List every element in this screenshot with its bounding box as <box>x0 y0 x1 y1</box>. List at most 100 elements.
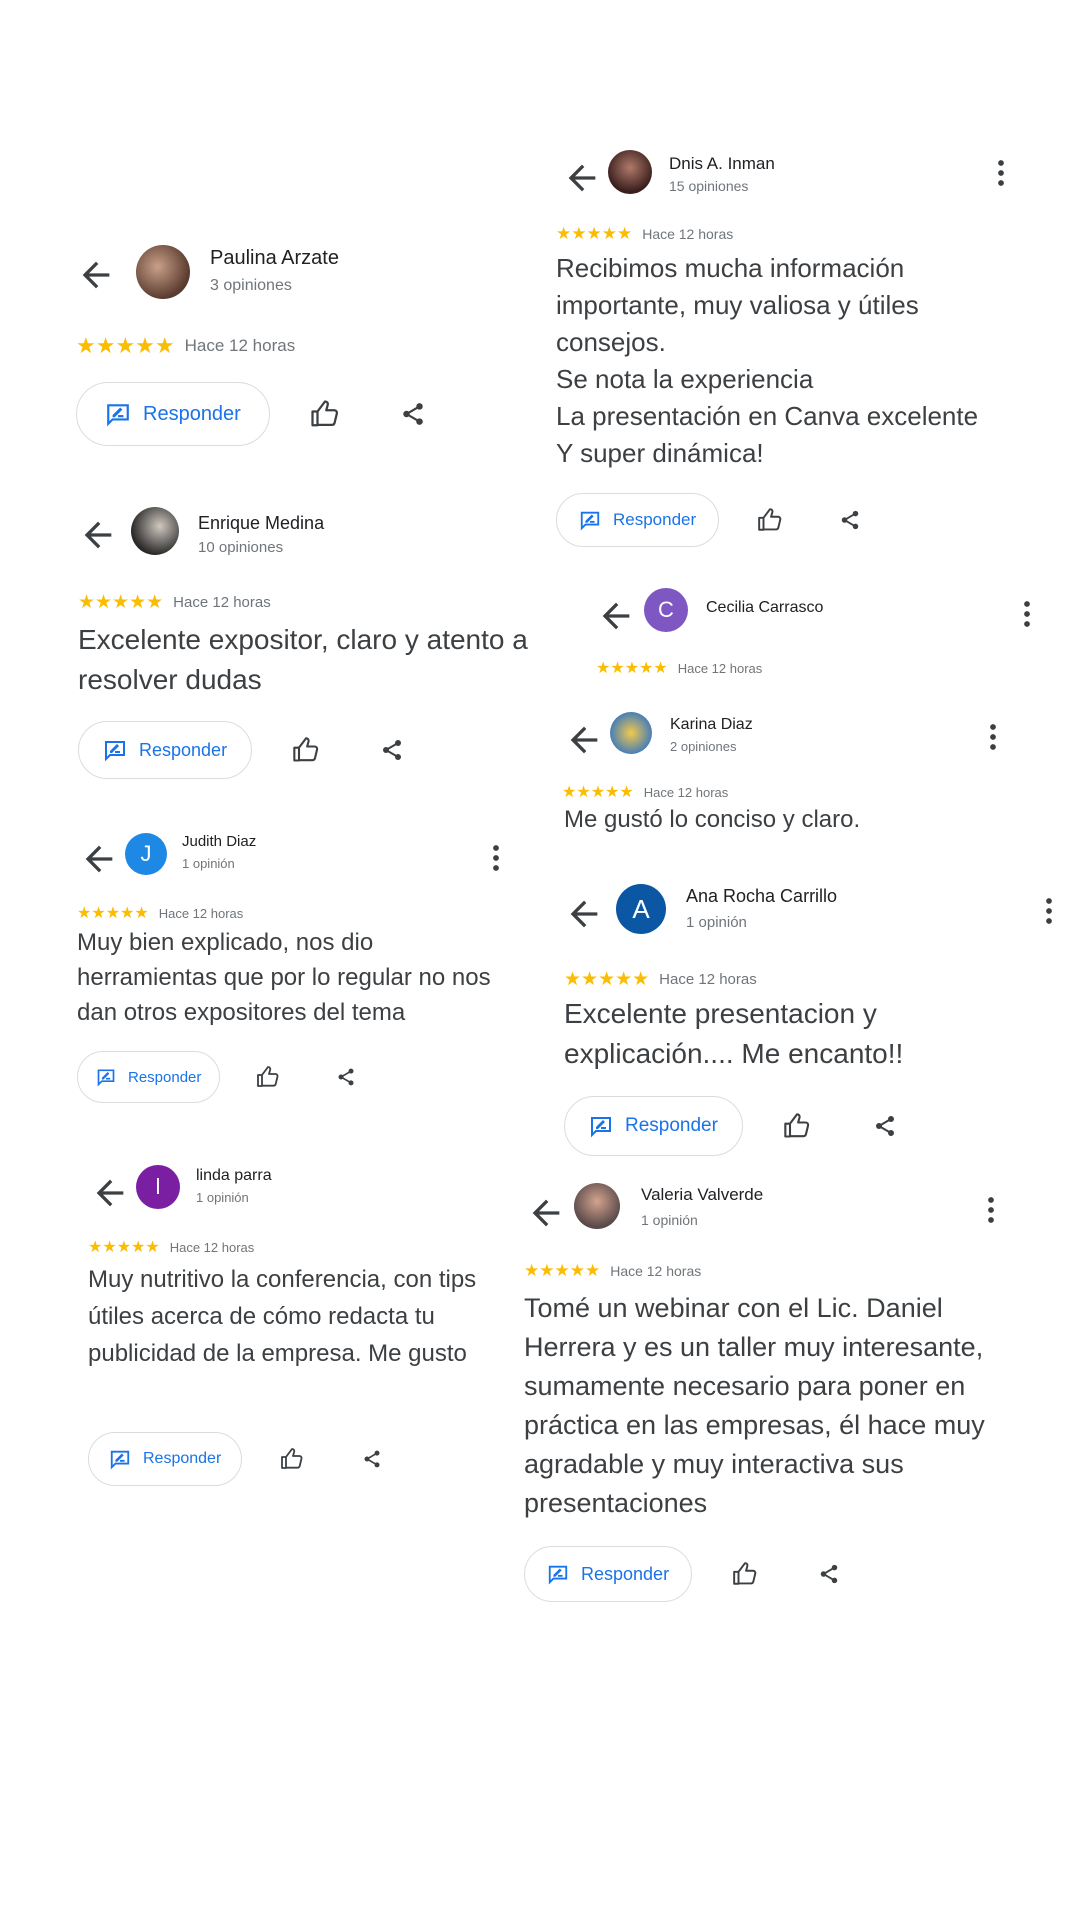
review-text: Muy bien explicado, nos dio herramientas… <box>77 929 491 1026</box>
avatar-initial: A <box>632 893 650 924</box>
like-button[interactable] <box>280 1447 304 1471</box>
thumbs-up-icon <box>280 1447 304 1471</box>
review-time: Hace 12 horas <box>169 1239 255 1255</box>
review-text: Excelente presentacion y explicación....… <box>564 998 904 1069</box>
review-actions: Responder <box>77 1051 356 1103</box>
rating-stars: ★★★★★ <box>564 969 650 990</box>
reviewer-name: Judith Diaz <box>182 833 257 850</box>
review-card: A Ana Rocha Carrillo 1 opinión ★★★★★ Hac… <box>564 884 1054 1164</box>
review-card: Dnis A. Inman 15 opiniones ★★★★★ Hace 12… <box>556 150 1026 550</box>
like-button[interactable] <box>256 1065 280 1089</box>
share-button[interactable] <box>362 1449 382 1469</box>
avatar: C <box>644 588 688 632</box>
back-arrow-icon[interactable] <box>526 1193 566 1233</box>
rating-stars: ★★★★★ <box>76 333 175 358</box>
reviewer-name: Paulina Arzate <box>210 247 339 269</box>
reply-icon <box>579 509 601 531</box>
back-arrow-icon[interactable] <box>78 515 118 555</box>
reply-button[interactable]: Responder <box>556 493 720 547</box>
reply-label: Responder <box>581 1563 670 1584</box>
review-text: Me gustó lo conciso y claro. <box>564 806 861 833</box>
reviewer-name: linda parra <box>196 1167 272 1184</box>
rating-stars: ★★★★★ <box>556 224 633 243</box>
reply-label: Responder <box>613 510 697 529</box>
review-card: Enrique Medina 10 opiniones ★★★★★ Hace 1… <box>78 507 568 787</box>
reply-button[interactable]: Responder <box>564 1096 743 1156</box>
avatar <box>131 507 179 555</box>
review-time: Hace 12 horas <box>643 784 729 800</box>
rating-stars: ★★★★★ <box>596 660 668 677</box>
back-arrow-icon[interactable] <box>564 720 604 760</box>
rating-row: ★★★★★ Hace 12 horas <box>564 968 757 991</box>
back-arrow-icon[interactable] <box>76 255 116 295</box>
more-options-icon[interactable] <box>986 1195 996 1225</box>
back-arrow-icon[interactable] <box>564 894 604 934</box>
share-icon <box>362 1449 382 1469</box>
reviewer-name: Valeria Valverde <box>641 1185 764 1204</box>
review-actions: Responder <box>76 382 426 446</box>
review-time: Hace 12 horas <box>659 971 757 988</box>
review-count: 1 opinión <box>641 1212 698 1228</box>
more-options-icon[interactable] <box>988 722 998 752</box>
reply-icon <box>589 1114 613 1138</box>
more-options-icon[interactable] <box>1022 599 1032 629</box>
share-button[interactable] <box>873 1114 897 1138</box>
review-actions: Responder <box>564 1096 897 1156</box>
reply-icon <box>103 738 127 762</box>
review-actions: Responder <box>88 1432 382 1486</box>
reply-button[interactable]: Responder <box>78 721 253 779</box>
review-actions: Responder <box>524 1546 840 1602</box>
avatar: A <box>616 884 666 934</box>
more-options-icon[interactable] <box>996 158 1006 188</box>
rating-row: ★★★★★ Hace 12 horas <box>524 1261 701 1281</box>
share-button[interactable] <box>380 738 404 762</box>
reviewer-name: Karina Diaz <box>670 716 753 733</box>
rating-stars: ★★★★★ <box>78 592 164 613</box>
reply-button[interactable]: Responder <box>76 382 270 446</box>
share-icon <box>839 509 861 531</box>
like-button[interactable] <box>310 399 340 429</box>
review-text: Tomé un webinar con el Lic. Daniel Herre… <box>524 1293 985 1518</box>
review-count: 1 opinión <box>686 914 747 931</box>
reply-label: Responder <box>625 1115 718 1136</box>
share-icon <box>336 1067 356 1087</box>
review-count: 15 opiniones <box>669 178 749 194</box>
review-time: Hace 12 horas <box>610 1263 702 1279</box>
reply-label: Responder <box>143 1450 222 1467</box>
back-arrow-icon[interactable] <box>90 1173 130 1213</box>
thumbs-up-icon <box>783 1112 811 1140</box>
reply-button[interactable]: Responder <box>524 1546 693 1602</box>
rating-stars: ★★★★★ <box>88 1239 160 1256</box>
share-icon <box>873 1114 897 1138</box>
like-button[interactable] <box>732 1561 758 1587</box>
reply-icon <box>96 1067 116 1087</box>
like-button[interactable] <box>783 1112 811 1140</box>
like-button[interactable] <box>757 507 783 533</box>
review-count: 2 opiniones <box>670 739 737 754</box>
review-count: 10 opiniones <box>198 539 284 556</box>
avatar-initial: C <box>658 597 674 622</box>
more-options-icon[interactable] <box>1044 896 1054 926</box>
rating-row: ★★★★★ Hace 12 horas <box>77 903 243 923</box>
back-arrow-icon[interactable] <box>562 158 602 198</box>
review-time: Hace 12 horas <box>642 226 734 242</box>
back-arrow-icon[interactable] <box>596 596 636 636</box>
reply-button[interactable]: Responder <box>77 1051 221 1103</box>
reply-label: Responder <box>128 1068 202 1086</box>
reply-button[interactable]: Responder <box>88 1432 243 1486</box>
review-count: 1 opinión <box>182 856 235 871</box>
share-button[interactable] <box>818 1563 840 1585</box>
review-text: Excelente expositor, claro y atento a re… <box>78 624 528 695</box>
share-button[interactable] <box>839 509 861 531</box>
review-time: Hace 12 horas <box>173 594 271 611</box>
share-button[interactable] <box>400 401 426 427</box>
reply-label: Responder <box>139 739 228 760</box>
back-arrow-icon[interactable] <box>79 839 119 879</box>
avatar-initial: J <box>140 841 152 866</box>
reply-icon <box>105 401 131 427</box>
rating-row: ★★★★★ Hace 12 horas <box>88 1237 254 1257</box>
rating-stars: ★★★★★ <box>77 905 149 922</box>
like-button[interactable] <box>292 736 320 764</box>
share-button[interactable] <box>336 1067 356 1087</box>
more-options-icon[interactable] <box>491 843 501 873</box>
